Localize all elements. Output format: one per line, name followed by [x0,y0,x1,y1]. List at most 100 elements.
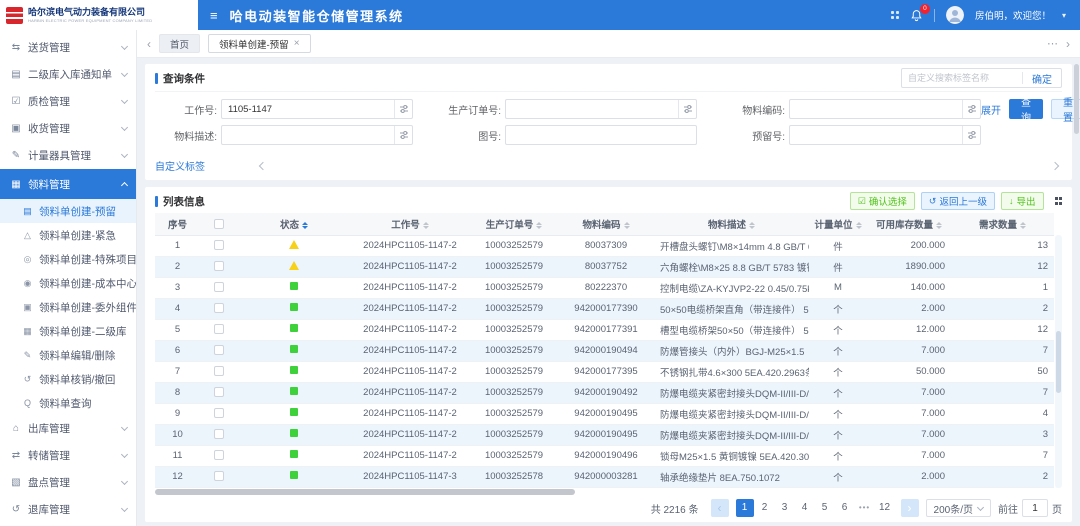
table-horizontal-scrollbar[interactable] [155,489,1062,495]
goto-page-input[interactable] [1022,499,1048,517]
page-number[interactable]: 6 [836,499,854,517]
row-checkbox[interactable] [214,366,224,376]
tab-requisition-reserve[interactable]: 领料单创建-预留 × [208,34,311,53]
page-number[interactable]: 3 [776,499,794,517]
row-checkbox[interactable] [214,324,224,334]
col-stock-qty[interactable]: 可用库存数量 [867,213,951,235]
scrollbar-thumb[interactable] [155,489,575,495]
row-checkbox[interactable] [214,240,224,250]
tabs-forward-icon[interactable]: › [1066,37,1070,51]
sidebar-subitem-reserve[interactable]: ▤ 领料单创建-预留 [0,199,136,223]
tag-search-input[interactable] [902,73,1022,83]
sidebar-item-quality-inspection[interactable]: ☑ 质检管理 [0,88,136,115]
sidebar-subitem-cost-center[interactable]: ◉ 领料单创建-成本中心 [0,271,136,295]
search-button[interactable]: 查询 [1009,99,1043,119]
sidebar-item-measuring-tools[interactable]: ✎ 计量器具管理 [0,142,136,169]
row-checkbox[interactable] [214,429,224,439]
row-checkbox[interactable] [214,261,224,271]
custom-tags-link[interactable]: 自定义标签 [155,158,205,173]
table-row[interactable]: 5 2024HPC1105-1147-2 10003252579 9420001… [155,319,1054,340]
column-settings-icon[interactable] [1055,197,1063,205]
page-number[interactable]: 2 [756,499,774,517]
table-row[interactable]: 2 2024HPC1105-1147-2 10003252579 8003775… [155,256,1054,277]
sidebar-item-inbound-notice[interactable]: ▤ 二级库入库通知单 [0,61,136,88]
col-material-code[interactable]: 物料编码 [558,213,654,235]
table-vertical-scrollbar[interactable] [1055,235,1062,488]
sort-icon[interactable] [856,222,862,229]
table-row[interactable]: 11 2024HPC1105-1147-2 10003252579 942000… [155,445,1054,466]
drawing-no-input[interactable] [506,130,696,141]
table-row[interactable]: 8 2024HPC1105-1147-2 10003252579 9420001… [155,382,1054,403]
avatar[interactable] [946,6,964,24]
row-checkbox[interactable] [214,345,224,355]
sort-icon[interactable] [936,222,942,229]
filter-icon[interactable] [962,100,980,118]
sort-icon[interactable] [1020,222,1026,229]
page-size-select[interactable]: 200条/页 [926,499,991,517]
sidebar-item-requisition[interactable]: ▦ 领料管理 [0,169,136,199]
sidebar-item-stocktake[interactable]: ▧ 盘点管理 [0,469,136,496]
table-row[interactable]: 6 2024HPC1105-1147-2 10003252579 9420001… [155,340,1054,361]
chevron-left-icon[interactable] [259,161,267,169]
page-number[interactable]: 1 [736,499,754,517]
expand-link[interactable]: 展开 [981,102,1001,117]
page-number[interactable]: 12 [876,499,894,517]
collapse-sidebar-icon[interactable]: ≡ [210,8,218,23]
row-checkbox[interactable] [214,387,224,397]
confirm-selection-button[interactable]: ☑确认选择 [850,192,915,210]
page-number[interactable]: 5 [816,499,834,517]
material-code-input[interactable] [790,104,962,115]
table-row[interactable]: 10 2024HPC1105-1147-2 10003252579 942000… [155,424,1054,445]
filter-icon[interactable] [962,126,980,144]
chevron-right-icon[interactable] [1051,161,1059,169]
col-status[interactable]: 状态 [238,213,350,235]
sidebar-item-return-warehouse[interactable]: ↺ 退库管理 [0,496,136,523]
close-tab-icon[interactable]: × [294,38,300,49]
sidebar-subitem-special-project[interactable]: ◎ 领料单创建-特殊项目 [0,247,136,271]
col-order-no[interactable]: 生产订单号 [470,213,558,235]
sidebar-subitem-query[interactable]: Q 领料单查询 [0,391,136,415]
order-no-input[interactable] [506,104,678,115]
table-row[interactable]: 7 2024HPC1105-1147-2 10003252579 9420001… [155,361,1054,382]
filter-icon[interactable] [394,100,412,118]
fullscreen-icon[interactable] [891,11,899,19]
filter-icon[interactable] [394,126,412,144]
sidebar-subitem-edit-delete[interactable]: ✎ 领料单编辑/删除 [0,343,136,367]
col-material-desc[interactable]: 物料描述 [654,213,809,235]
filter-icon[interactable] [678,100,696,118]
page-scrollbar[interactable] [1074,64,1079,134]
notification-bell-icon[interactable]: 0 [910,9,923,22]
sidebar-item-receiving[interactable]: ▣ 收货管理 [0,115,136,142]
work-no-input[interactable] [222,104,394,115]
tag-confirm-button[interactable]: 确定 [1023,71,1061,86]
sidebar-subitem-urgent[interactable]: △ 领料单创建-紧急 [0,223,136,247]
row-checkbox[interactable] [214,450,224,460]
sort-icon[interactable] [302,222,308,229]
col-unit[interactable]: 计量单位 [809,213,867,235]
row-checkbox[interactable] [214,303,224,313]
tabs-more-icon[interactable]: ⋯ [1047,37,1058,50]
tabs-back-icon[interactable]: ‹ [147,37,151,51]
page-number[interactable]: 4 [796,499,814,517]
table-row[interactable]: 9 2024HPC1105-1147-2 10003252579 9420001… [155,403,1054,424]
row-checkbox[interactable] [214,471,224,481]
material-desc-input[interactable] [222,130,394,141]
table-row[interactable]: 4 2024HPC1105-1147-2 10003252579 9420001… [155,298,1054,319]
prev-page-button[interactable]: ‹ [711,499,729,517]
col-demand-qty[interactable]: 需求数量 [951,213,1054,235]
reserve-no-input[interactable] [790,130,962,141]
table-row[interactable]: 12 2024HPC1105-1147-3 10003252578 942000… [155,466,1054,487]
sidebar-item-transfer[interactable]: ⇄ 转储管理 [0,442,136,469]
row-checkbox[interactable] [214,282,224,292]
sidebar-subitem-writeoff-withdraw[interactable]: ↺ 领料单核销/撤回 [0,367,136,391]
tab-home[interactable]: 首页 [159,34,200,53]
select-all-checkbox[interactable] [214,219,224,229]
back-level-button[interactable]: ↺返回上一级 [921,192,995,210]
export-button[interactable]: ↓导出 [1001,192,1044,210]
row-checkbox[interactable] [214,408,224,418]
user-menu-caret-icon[interactable]: ▾ [1062,11,1066,20]
sort-icon[interactable] [624,222,630,229]
table-row[interactable]: 1 2024HPC1105-1147-2 10003252579 8003730… [155,235,1054,256]
sort-icon[interactable] [749,222,755,229]
sort-icon[interactable] [423,222,429,229]
